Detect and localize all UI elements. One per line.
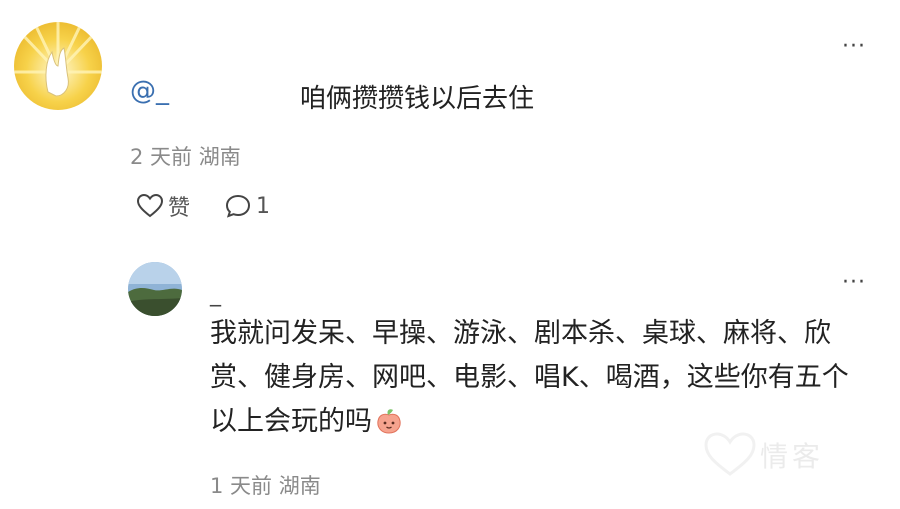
reply-avatar[interactable] [128,262,182,316]
reply-avatar-image [128,262,182,316]
comment-meta: 2 天前 湖南 [130,145,241,169]
mention-link[interactable]: @_ [130,76,169,106]
more-options-button[interactable]: ··· [842,36,866,58]
reply-more-options-button[interactable]: ··· [842,272,866,294]
reply-count: 1 [256,193,271,219]
reply-meta: 1 天前 湖南 [210,474,321,498]
reply-text: 我就问发呆、早操、游泳、剧本杀、桌球、麻将、欣赏、健身房、网吧、电影、唱K、喝酒… [210,318,849,437]
comment-icon [226,194,251,218]
reply-button[interactable]: 1 [224,193,270,219]
like-button[interactable]: 赞 [136,190,190,222]
peach-emoji-icon [377,409,401,434]
reply-text-block: 我就问发呆、早操、游泳、剧本杀、桌球、麻将、欣赏、健身房、网吧、电影、唱K、喝酒… [210,312,860,444]
reply-author[interactable]: _ [210,282,221,307]
watermark-text: 情客 [760,440,825,473]
like-label: 赞 [168,196,191,221]
avatar-image [14,22,102,110]
watermark: 情客 [700,430,824,480]
avatar[interactable] [14,22,102,110]
comment-text: 咱俩攒攒钱以后去住 [300,84,535,114]
heart-icon [136,193,164,218]
comment-actions: 赞 1 [136,190,270,222]
watermark-heart-icon [704,432,756,476]
